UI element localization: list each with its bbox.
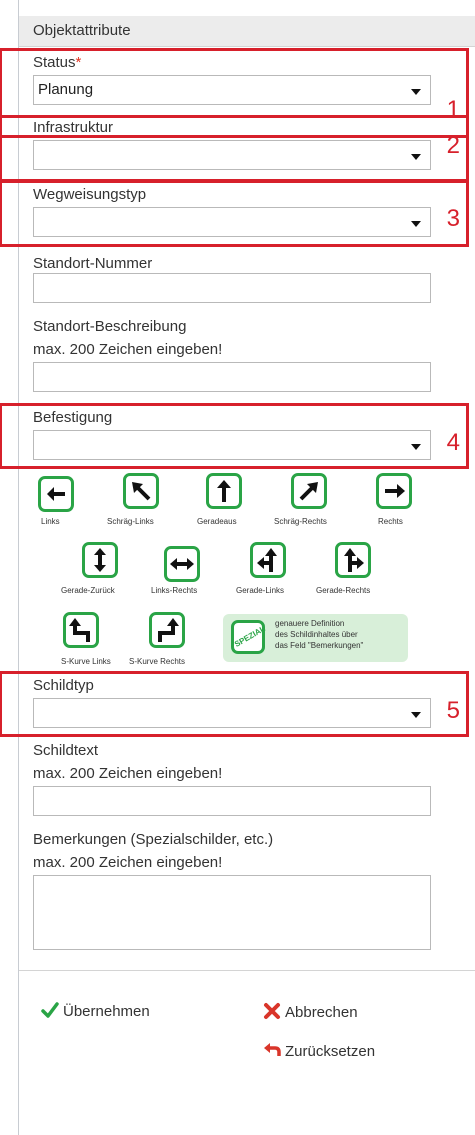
befestigung-select[interactable] [33,430,431,460]
sign-label-geradeaus: Geradeaus [197,517,237,526]
status-label: Status* [33,54,81,71]
spezial-badge: SPEZIAL [231,620,267,654]
s-curve-right-icon [158,618,179,642]
footer-divider [19,970,475,971]
status-select-value: Planung [38,81,94,98]
highlight-marker-4: 4 [446,429,460,456]
schildtyp-label: Schildtyp [33,677,94,694]
status-label-text: Status [33,54,76,71]
chevron-down-icon [411,712,421,718]
sign-label-schraeg-links: Schräg-Links [107,517,154,526]
object-attributes-panel: Objektattribute 1 Status* Planung 2 Infr… [0,0,475,1135]
arrow-up-right-branch-icon [344,548,364,572]
schildtyp-select[interactable] [33,698,431,728]
sign-label-links-rechts: Links-Rechts [151,586,198,595]
standort-nummer-input[interactable] [33,273,431,303]
sign-gerade-links[interactable] [250,542,286,578]
highlight-marker-5: 5 [446,697,460,724]
chevron-down-icon [411,221,421,227]
reset-button-label: Zurücksetzen [285,1042,376,1060]
sign-label-rechts: Rechts [378,517,403,526]
arrow-right-icon [385,484,405,498]
arrow-up-left-branch-icon [257,548,277,572]
arrow-up-left-icon [132,482,151,501]
sign-label-links: Links [41,517,60,526]
apply-button[interactable]: Übernehmen [41,1002,150,1022]
highlight-marker-3: 3 [446,205,460,232]
arrow-left-icon [47,487,65,501]
highlight-marker-2: 2 [446,132,460,159]
spezial-description-line-1: genauere Definition [275,619,345,628]
reset-button[interactable]: Zurücksetzen [263,1042,375,1062]
wegweisungstyp-select[interactable] [33,207,431,237]
s-curve-left-icon [69,618,90,642]
arrow-up-right-icon [299,482,318,501]
status-select[interactable]: Planung [33,75,431,105]
apply-button-label: Übernehmen [63,1002,150,1020]
infrastruktur-select[interactable] [33,140,431,170]
schildtext-hint: max. 200 Zeichen eingeben! [33,765,223,782]
sign-label-gerade-zurueck: Gerade-Zurück [61,586,115,595]
chevron-down-icon [411,154,421,160]
spezial-description: genauere Definition des Schildinhaltes ü… [275,618,363,651]
befestigung-label: Befestigung [33,409,113,426]
chevron-down-icon [411,444,421,450]
schildtext-label: Schildtext [33,742,99,759]
chevron-down-icon [411,89,421,95]
sign-label-s-kurve-links: S-Kurve Links [61,657,111,666]
wegweisungstyp-label: Wegweisungstyp [33,186,147,203]
spezial-description-line-2: des Schildinhaltes über [275,630,358,639]
sign-rechts[interactable] [376,473,412,509]
checkmark-icon [41,1002,59,1022]
sign-schraeg-rechts[interactable] [291,473,327,509]
sign-geradeaus[interactable] [206,473,242,509]
undo-icon [263,1042,281,1062]
bemerkungen-hint: max. 200 Zeichen eingeben! [33,854,223,871]
schildtext-input[interactable] [33,786,431,816]
close-icon [263,1002,281,1024]
cancel-button[interactable]: Abbrechen [263,1002,358,1024]
sign-gerade-rechts[interactable] [335,542,371,578]
infrastruktur-label: Infrastruktur [33,119,114,136]
sign-s-kurve-links[interactable] [63,612,99,648]
panel-title: Objektattribute [33,22,131,39]
sign-label-gerade-rechts: Gerade-Rechts [316,586,371,595]
spezial-badge-text: SPEZIAL [233,624,267,649]
sign-s-kurve-rechts[interactable] [149,612,185,648]
standort-beschreibung-input[interactable] [33,362,431,392]
bemerkungen-textarea[interactable] [33,875,431,950]
required-mark: * [75,54,82,71]
arrow-up-icon [217,480,231,502]
sign-label-gerade-links: Gerade-Links [236,586,285,595]
panel-header: Objektattribute [19,16,475,47]
arrow-up-down-icon [94,548,106,572]
bemerkungen-label: Bemerkungen (Spezialschilder, etc.) [33,831,274,848]
sign-label-s-kurve-rechts: S-Kurve Rechts [129,657,186,666]
sign-label-schraeg-rechts: Schräg-Rechts [274,517,327,526]
sign-schraeg-links[interactable] [123,473,159,509]
sign-links[interactable] [38,476,74,512]
arrow-left-right-icon [170,558,194,570]
cancel-button-label: Abbrechen [285,1003,358,1021]
standort-beschreibung-label: Standort-Beschreibung [33,318,187,335]
sign-links-rechts[interactable] [164,546,200,582]
standort-nummer-label: Standort-Nummer [33,255,153,272]
sign-gerade-zurueck[interactable] [82,542,118,578]
spezial-description-line-3: das Feld "Bemerkungen" [275,641,364,650]
spezial-sign-info[interactable]: SPEZIAL genauere Definition des Schildin… [223,614,408,662]
standort-beschreibung-hint: max. 200 Zeichen eingeben! [33,341,223,358]
